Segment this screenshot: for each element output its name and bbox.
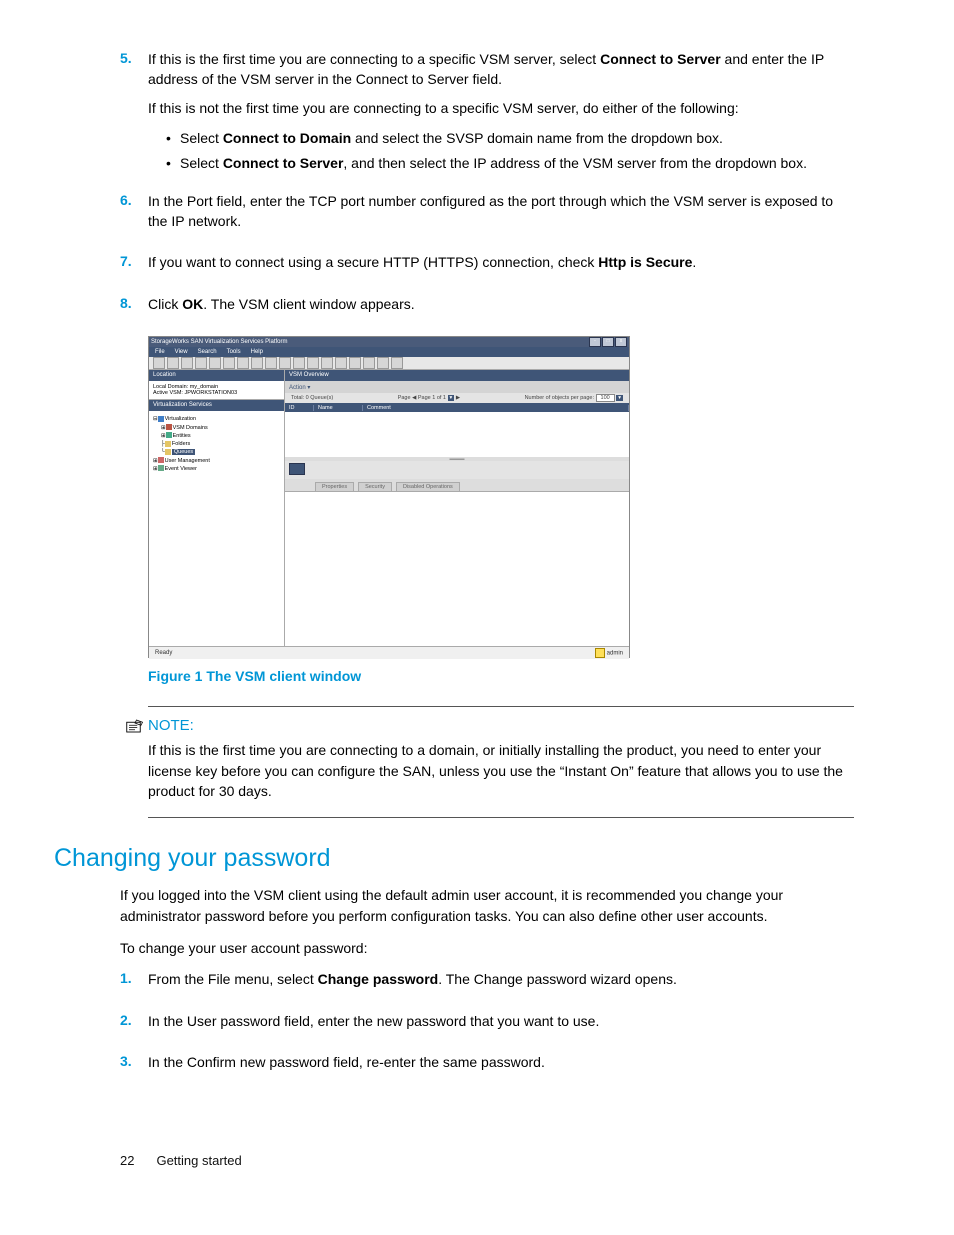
toolbar-icon[interactable] (377, 357, 389, 369)
toolbar-icon[interactable] (363, 357, 375, 369)
menu-item[interactable]: Search (198, 349, 217, 355)
step-number: 5. (120, 50, 148, 66)
step-list-a: 5.If this is the first time you are conn… (120, 50, 854, 324)
step-number: 7. (120, 253, 148, 269)
virt-services-header: Virtualization Services (149, 400, 284, 411)
toolbar-icon[interactable] (349, 357, 361, 369)
figure-caption: Figure 1 The VSM client window (148, 668, 854, 684)
step-number: 8. (120, 295, 148, 311)
toolbar[interactable] (149, 357, 629, 370)
toolbar-icon[interactable] (237, 357, 249, 369)
step-item: 5.If this is the first time you are conn… (120, 50, 854, 180)
step-item: 7.If you want to connect using a secure … (120, 253, 854, 283)
toolbar-icon[interactable] (321, 357, 333, 369)
step-body: In the Confirm new password field, re-en… (148, 1053, 854, 1083)
location-panel: Local Domain: my_domain Active VSM: JPWO… (149, 381, 284, 400)
toolbar-icon[interactable] (223, 357, 235, 369)
step-item: 2.In the User password field, enter the … (120, 1012, 854, 1042)
detail-tabs[interactable]: Properties Security Disabled Operations (285, 479, 629, 491)
objects-per-page[interactable]: Number of objects per page: 100 ▾ (525, 395, 623, 401)
total-count: Total: 0 Queue(s) (291, 395, 333, 401)
step-body: Click OK. The VSM client window appears. (148, 295, 854, 325)
tab-security[interactable]: Security (358, 482, 392, 491)
detail-tool-icon[interactable] (289, 463, 305, 475)
step-number: 6. (120, 192, 148, 208)
step-number: 2. (120, 1012, 148, 1028)
step-item: 1.From the File menu, select Change pass… (120, 970, 854, 1000)
chapter-name: Getting started (156, 1153, 241, 1168)
close-icon[interactable]: x (615, 337, 627, 347)
embedded-screenshot: StorageWorks SAN Virtualization Services… (148, 336, 854, 658)
toolbar-icon[interactable] (251, 357, 263, 369)
step-list-b: 1.From the File menu, select Change pass… (120, 970, 854, 1083)
table-body (285, 412, 629, 457)
step-item: 6.In the Port field, enter the TCP port … (120, 192, 854, 241)
menubar[interactable]: File View Search Tools Help (149, 347, 629, 357)
step-item: 8.Click OK. The VSM client window appear… (120, 295, 854, 325)
tab-disabled-ops[interactable]: Disabled Operations (396, 482, 460, 491)
step-body: If this is the first time you are connec… (148, 50, 854, 180)
tree-selected[interactable]: Queues (172, 449, 195, 455)
statusbar: Ready admin (149, 646, 629, 659)
note-text: If this is the first time you are connec… (148, 740, 854, 801)
note-label: NOTE: (148, 717, 194, 734)
toolbar-icon[interactable] (195, 357, 207, 369)
page-number: 22 (120, 1153, 134, 1168)
toolbar-icon[interactable] (391, 357, 403, 369)
nav-tree[interactable]: ⊟Virtualization ⊞VSM Domains ⊞Entities ├… (149, 411, 284, 646)
bullet-item: Select Connect to Server, and then selec… (166, 154, 854, 174)
window-titlebar: StorageWorks SAN Virtualization Services… (149, 337, 629, 347)
step-body: In the User password field, enter the ne… (148, 1012, 854, 1042)
location-header: Location (149, 370, 284, 381)
menu-item[interactable]: Tools (227, 349, 241, 355)
toolbar-icon[interactable] (279, 357, 291, 369)
window-title: StorageWorks SAN Virtualization Services… (151, 339, 288, 345)
vsm-overview-header: VSM Overview (285, 370, 629, 381)
toolbar-icon[interactable] (209, 357, 221, 369)
toolbar-icon[interactable] (293, 357, 305, 369)
menu-item[interactable]: Help (251, 349, 263, 355)
tab-properties[interactable]: Properties (315, 482, 354, 491)
section-heading: Changing your password (54, 844, 854, 873)
menu-item[interactable]: View (175, 349, 188, 355)
step-number: 1. (120, 970, 148, 986)
status-user: admin (607, 651, 623, 657)
step-item: 3.In the Confirm new password field, re-… (120, 1053, 854, 1083)
toolbar-icon[interactable] (167, 357, 179, 369)
toolbar-icon[interactable] (335, 357, 347, 369)
step-body: In the Port field, enter the TCP port nu… (148, 192, 854, 241)
maximize-icon[interactable]: □ (602, 337, 614, 347)
section-lead: To change your user account password: (120, 938, 854, 958)
toolbar-icon[interactable] (307, 357, 319, 369)
bullet-list: Select Connect to Domain and select the … (148, 129, 854, 174)
table-header: ID Name Comment (285, 403, 629, 412)
detail-body (285, 491, 629, 646)
page-footer: 22 Getting started (120, 1153, 854, 1168)
toolbar-icon[interactable] (265, 357, 277, 369)
menu-item[interactable]: File (155, 349, 165, 355)
toolbar-icon[interactable] (181, 357, 193, 369)
step-body: If you want to connect using a secure HT… (148, 253, 854, 283)
minimize-icon[interactable]: - (589, 337, 601, 347)
toolbar-icon[interactable] (153, 357, 165, 369)
step-number: 3. (120, 1053, 148, 1069)
step-body: From the File menu, select Change passwo… (148, 970, 854, 1000)
note-block: NOTE: If this is the first time you are … (148, 706, 854, 818)
pager[interactable]: Page ◀ Page 1 of 1 ▾ ▶ (398, 395, 460, 401)
section-intro: If you logged into the VSM client using … (120, 885, 854, 926)
action-menu[interactable]: Action ▾ (285, 381, 629, 393)
bullet-item: Select Connect to Domain and select the … (166, 129, 854, 149)
user-icon (595, 648, 605, 658)
note-icon (126, 719, 144, 733)
status-text: Ready (155, 650, 172, 656)
